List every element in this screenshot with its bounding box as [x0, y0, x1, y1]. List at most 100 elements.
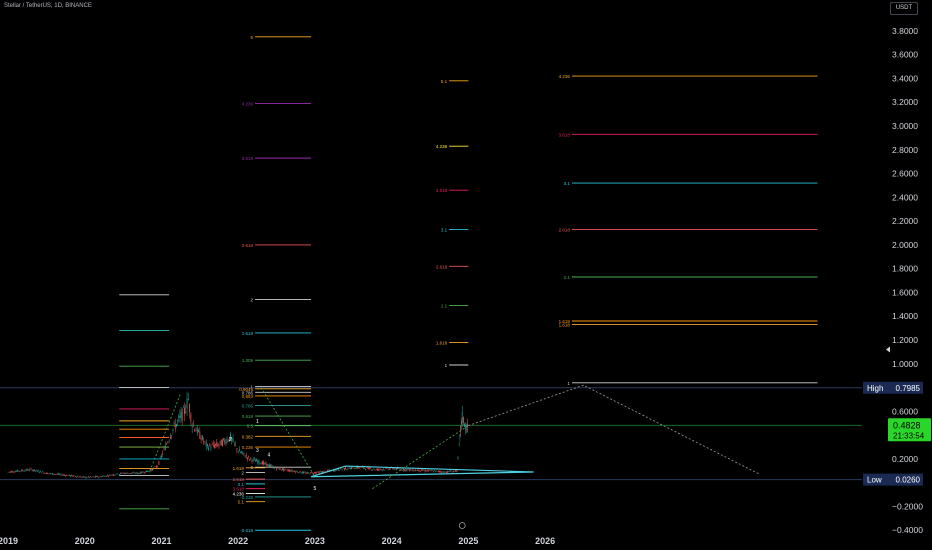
candle-body: [299, 471, 301, 473]
candle-body: [423, 470, 425, 471]
high-badge: High 0.7985: [863, 381, 923, 394]
candle-body: [53, 474, 55, 475]
candle-body: [14, 471, 16, 473]
candle-body: [32, 470, 34, 471]
candle-body: [34, 469, 35, 471]
candle-body: [112, 474, 114, 476]
fib-level-label: 0.382: [242, 434, 254, 439]
candle-body: [17, 469, 19, 472]
candle-body: [68, 474, 70, 476]
y-tick-label: 3.8000: [892, 26, 918, 36]
low-badge-value: 0.0260: [896, 476, 921, 485]
candle-body: [79, 476, 81, 478]
x-tick-label: 2022: [228, 536, 248, 546]
candle-body: [235, 444, 237, 446]
y-tick-label: 0.2000: [892, 454, 918, 464]
candle-body: [132, 472, 133, 474]
candle-body: [302, 471, 303, 474]
wave-label: 3: [256, 448, 259, 454]
candle-body: [91, 476, 93, 478]
candle-body: [233, 442, 235, 444]
fib-level-label: 0.5: [247, 424, 254, 429]
candle-body: [138, 472, 139, 474]
candle-body: [26, 469, 28, 471]
price-chart[interactable]: 3.8000 3.6000 3.4000 3.2000 3.0000 2.8000 2.60…: [0, 0, 932, 550]
candle-body: [219, 440, 221, 443]
candle-body: [359, 467, 361, 468]
candle-body: [428, 469, 430, 471]
candle-body: [444, 471, 446, 473]
candle-body: [61, 474, 63, 476]
candle-body: [19, 471, 21, 472]
candle-body: [62, 474, 64, 476]
candle-body: [411, 469, 413, 471]
candle-body: [24, 470, 26, 472]
candle-body: [56, 474, 58, 475]
candle-body: [120, 472, 122, 474]
candle-body: [253, 458, 255, 460]
candle-body: [385, 467, 387, 469]
candle-body: [83, 476, 84, 478]
candle-body: [272, 466, 274, 469]
candle-body: [451, 472, 453, 473]
candle-body: [277, 467, 279, 469]
candle-body: [144, 471, 146, 473]
candle-body: [238, 449, 240, 452]
fib-level-label: 0.786: [242, 403, 254, 408]
candle-body: [93, 476, 95, 478]
candle-body: [399, 468, 401, 470]
fib-level-label: 3.618: [559, 132, 571, 137]
candle-body: [84, 476, 86, 478]
candle-body: [450, 470, 452, 472]
candle-body: [193, 424, 194, 426]
candle-body: [446, 472, 447, 474]
candle-body: [387, 468, 389, 470]
fib-level-label: 3.1: [564, 181, 571, 186]
currency-selector[interactable]: USDT: [890, 2, 918, 15]
candle-body: [200, 437, 202, 441]
low-badge-label: Low: [867, 476, 882, 485]
candle-body: [369, 468, 371, 469]
candle-body: [106, 475, 108, 476]
candle-body: [111, 474, 113, 476]
candle-body: [223, 438, 225, 440]
candle-body: [76, 476, 77, 478]
x-tick-label: 2026: [535, 536, 555, 546]
candle-body: [371, 469, 372, 471]
candle-body: [173, 422, 175, 425]
candle-body: [65, 475, 67, 477]
candle-body: [298, 472, 300, 473]
candle-body: [43, 472, 45, 474]
candle-body: [255, 460, 256, 462]
fib-level-label: 2.618: [559, 227, 571, 232]
candle-body: [222, 440, 223, 446]
candle-body: [155, 466, 157, 468]
y-tick-label: 2.2000: [892, 216, 918, 226]
candle-body: [212, 443, 214, 446]
y-tick-label: 1.6000: [892, 287, 918, 297]
candle-body: [434, 470, 436, 472]
candle-body: [375, 469, 377, 470]
candle-body: [365, 469, 367, 470]
candle-body: [241, 452, 243, 454]
fib-level-label: 1.618: [559, 323, 571, 328]
candle-body: [380, 469, 382, 470]
candle-body: [153, 467, 155, 469]
candle-body: [129, 472, 131, 474]
candle-body: [189, 404, 190, 412]
fib-level-label: 2.1: [441, 304, 448, 309]
candle-body: [316, 472, 318, 474]
y-tick-label: −0.2000: [892, 501, 923, 511]
candle-body: [8, 471, 10, 473]
candle-body: [60, 473, 62, 475]
fib-level-label: 0.618: [242, 414, 254, 419]
y-tick-label: 3.6000: [892, 50, 918, 60]
candle-body: [170, 436, 171, 439]
candle-body: [300, 472, 302, 474]
candle-body: [453, 471, 454, 472]
x-tick-label: 2025: [458, 536, 478, 546]
candle-body: [164, 445, 166, 450]
candle-body: [278, 468, 280, 470]
current-price-value: 0.4828: [893, 420, 921, 430]
candle-body: [85, 476, 87, 478]
